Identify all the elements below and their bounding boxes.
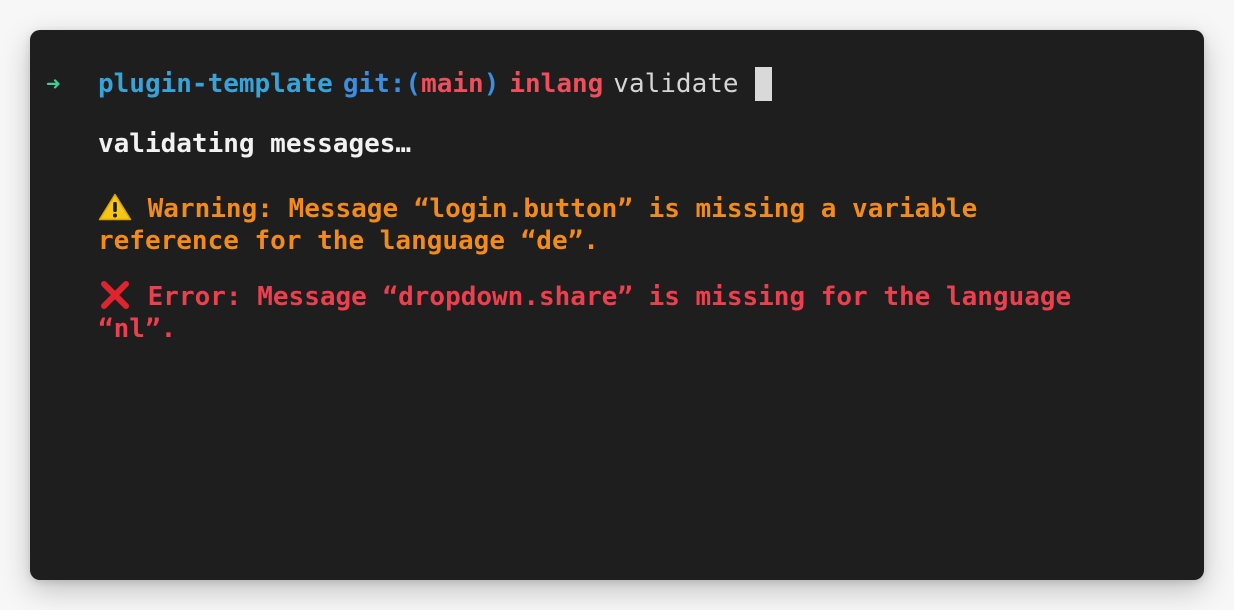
prompt-arrow-icon: ➜: [46, 70, 61, 98]
status-message: validating messages…: [98, 129, 412, 159]
warning-message: Warning: Message “login.button” is missi…: [98, 193, 1078, 257]
terminal-cursor: [754, 67, 772, 101]
cross-icon: [98, 280, 132, 310]
git-branch: main: [421, 69, 484, 99]
prompt-line: ➜ plugin-template git:(main) inlang validate: [46, 64, 772, 104]
git-suffix: ): [483, 69, 500, 99]
command-argument: validate: [613, 69, 739, 99]
error-text: Error: Message “dropdown.share” is missi…: [98, 282, 1072, 344]
error-message: Error: Message “dropdown.share” is missi…: [98, 280, 1078, 345]
warning-text: Warning: Message “login.button” is missi…: [98, 194, 978, 256]
git-prefix: git:(: [342, 69, 422, 99]
warning-icon: [98, 193, 132, 221]
current-directory: plugin-template: [98, 69, 333, 99]
terminal-window[interactable]: ➜ plugin-template git:(main) inlang validate…: [30, 30, 1204, 580]
command-name: inlang: [509, 69, 604, 99]
